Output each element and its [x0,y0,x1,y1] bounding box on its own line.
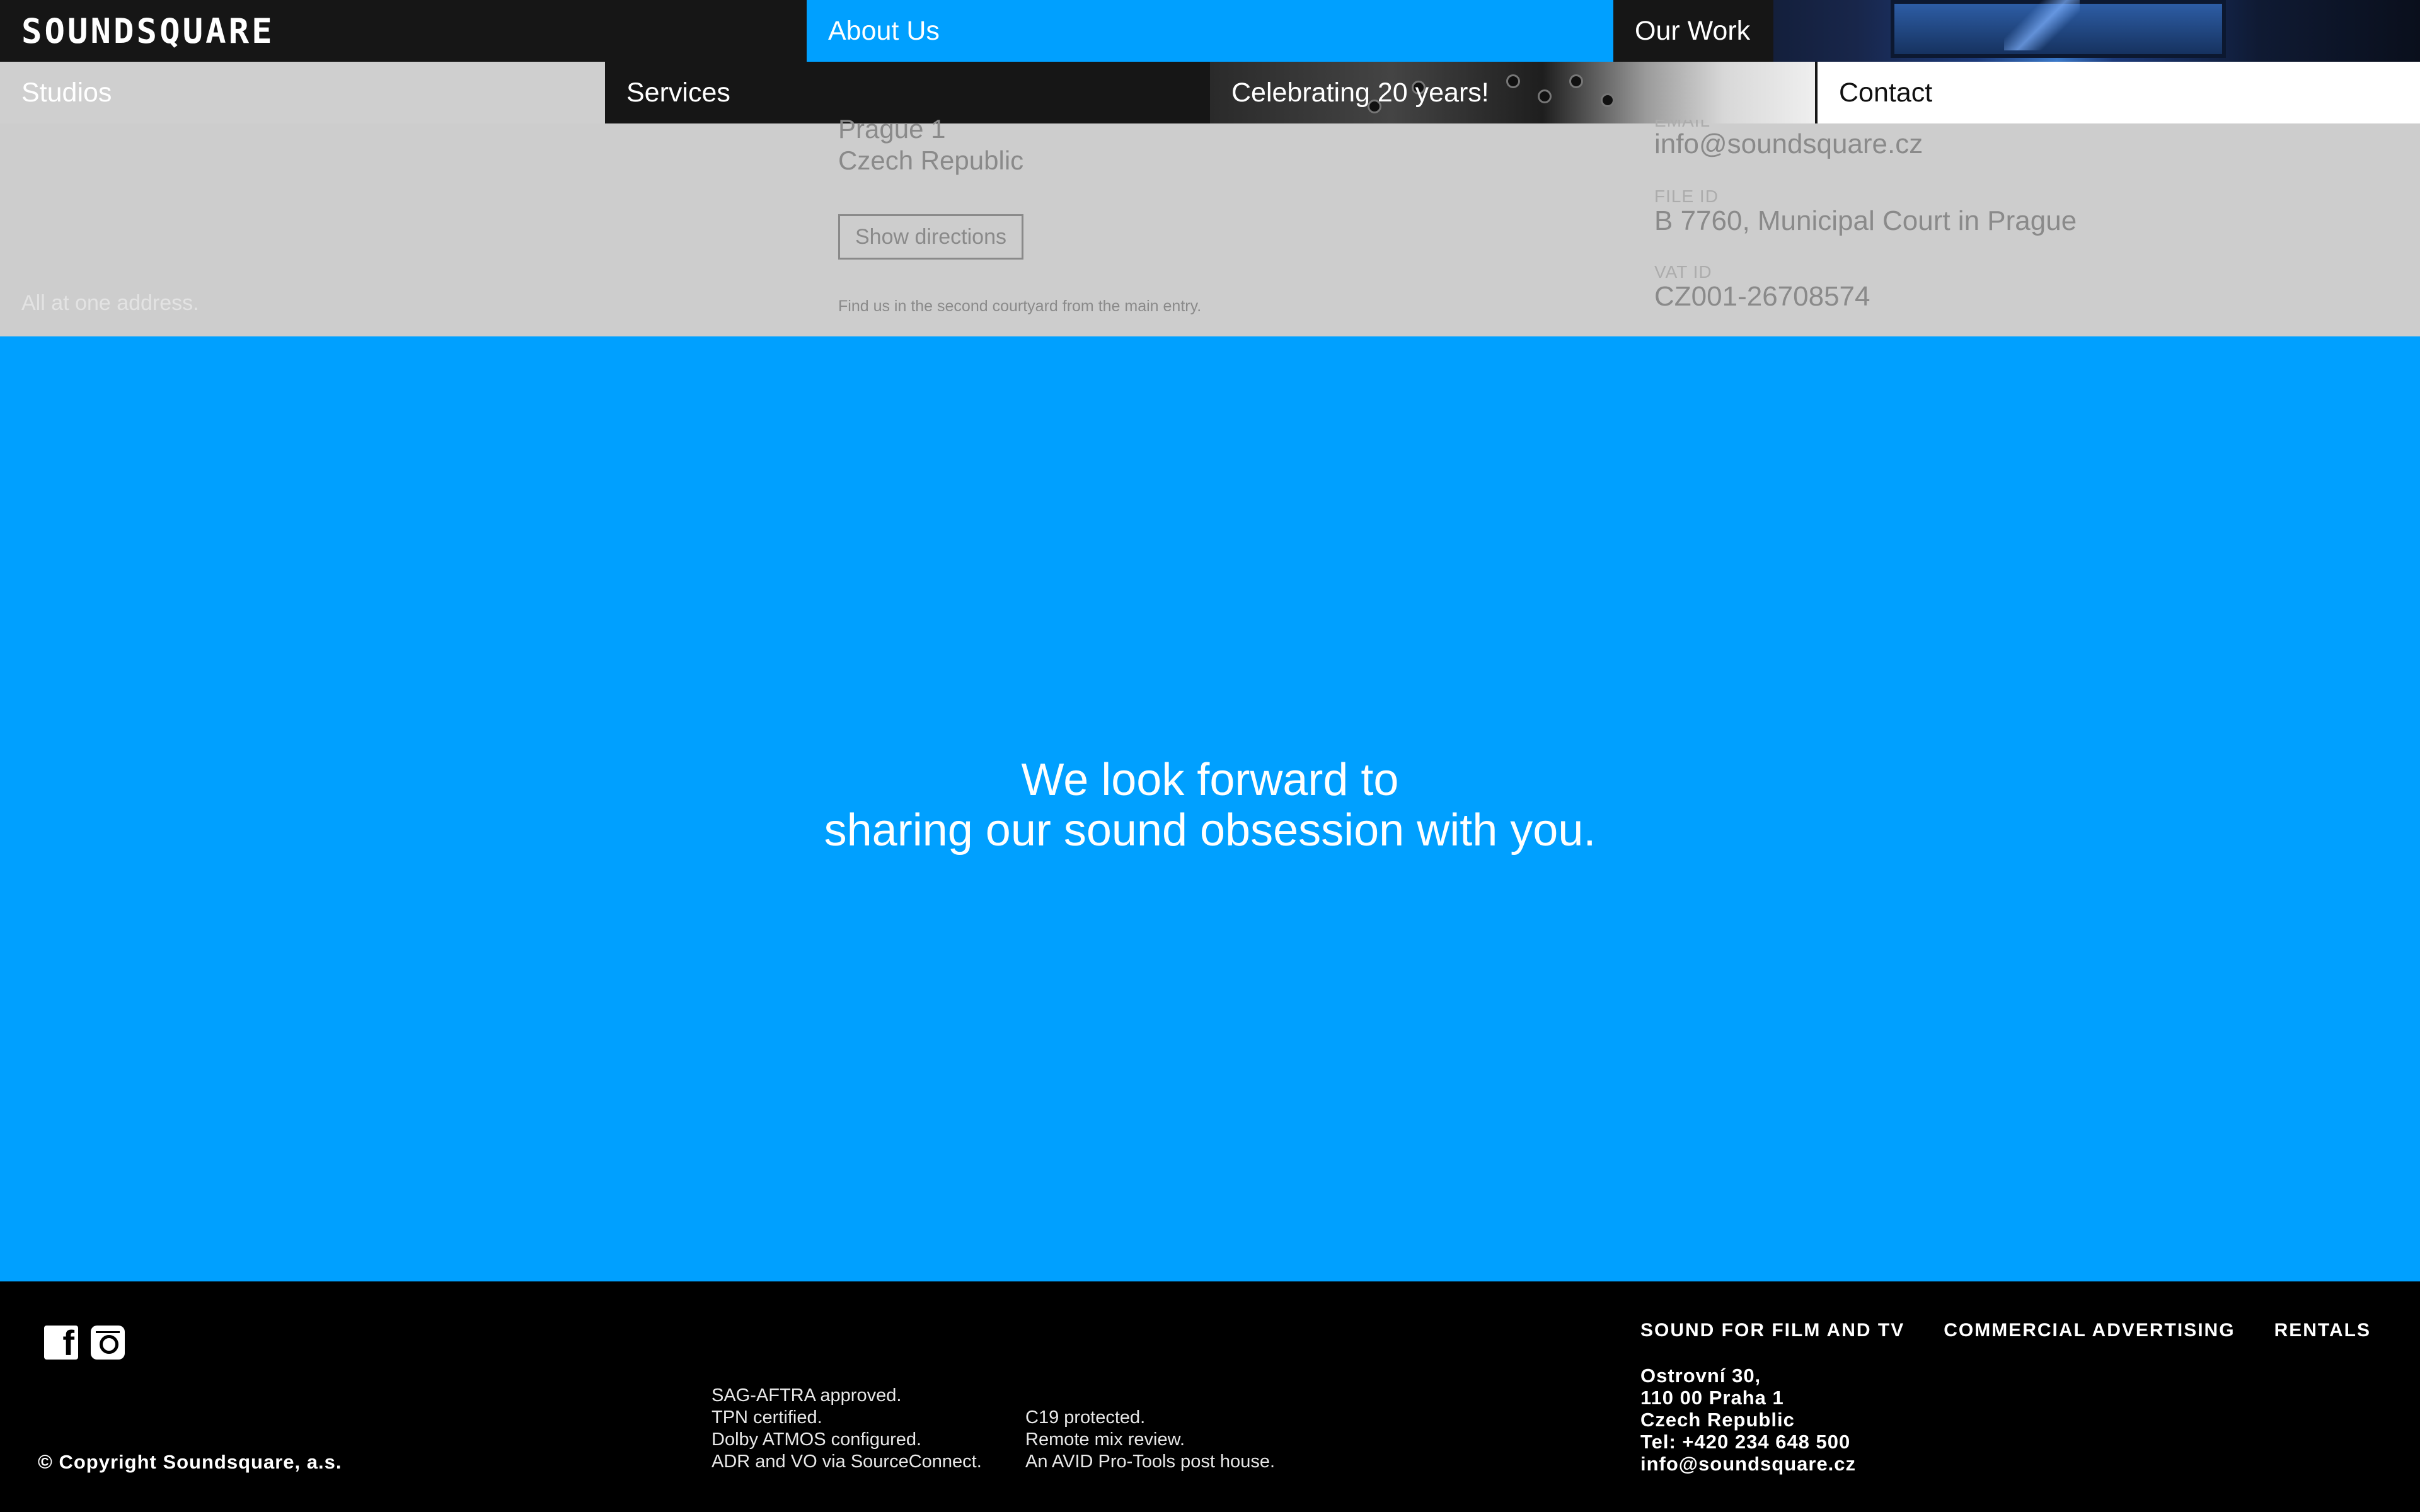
show-directions-button[interactable]: Show directions [838,214,1023,260]
nav-about-us-label: About Us [828,15,940,46]
vat-id-value: CZ001-26708574 [1654,281,1870,312]
logo[interactable]: SOUNDSQUARE [21,11,275,51]
cert-item: An AVID Pro-Tools post house. [1025,1452,1276,1472]
nav-studios[interactable]: Studios [0,62,605,123]
all-one-address-note: All at one address. [21,291,199,315]
footer-nav: SOUND FOR FILM AND TV COMMERCIAL ADVERTI… [1640,1320,2371,1341]
cert-item: TPN certified. [712,1407,822,1428]
courtyard-note: Find us in the second courtyard from the… [838,297,1202,315]
copyright: © Copyright Soundsquare, a.s. [38,1451,342,1473]
cert-item: C19 protected. [1025,1407,1146,1428]
nav-our-work[interactable]: Our Work [1613,0,1773,62]
cert-item: SAG-AFTRA approved. [712,1385,902,1406]
hero-line-2: sharing our sound obsession with you. [824,805,1596,856]
footer-phone[interactable]: Tel: +420 234 648 500 [1640,1431,1856,1453]
hero-tagline: We look forward to sharing our sound obs… [0,755,2420,856]
cert-item: ADR and VO via SourceConnect. [712,1452,982,1472]
certifications-left: SAG-AFTRA approved. TPN certified. Dolby… [712,1385,982,1473]
address-line: Czech Republic [838,146,1024,175]
nav-contact[interactable]: Contact [1815,62,2420,123]
file-id-label: FILE ID [1654,186,1719,206]
nav-studios-label: Studios [21,77,112,108]
address: Prague 1 Czech Republic [838,113,1023,176]
vat-id-label: VAT ID [1654,262,1712,282]
email-link[interactable]: info@soundsquare.cz [1654,129,1923,160]
hero-line-1: We look forward to [1021,755,1399,805]
footer-address: Ostrovní 30, 110 00 Praha 1 Czech Republ… [1640,1365,1856,1475]
footer-address-line: Czech Republic [1640,1409,1795,1431]
footer-address-line: Ostrovní 30, [1640,1365,1761,1387]
footer [0,1281,2420,1512]
facebook-icon[interactable]: f [44,1326,78,1361]
footer-link-rentals[interactable]: RENTALS [2274,1320,2371,1341]
certifications-right: C19 protected. Remote mix review. An AVI… [1025,1407,1275,1473]
cert-item: Remote mix review. [1025,1429,1185,1450]
cert-item: Dolby ATMOS configured. [712,1429,922,1450]
nav-contact-label: Contact [1839,77,1933,108]
logo-text: SOUNDSQUARE [21,11,275,51]
nav-celebrating-label: Celebrating 20 years! [1231,77,1489,108]
nav-our-work-label: Our Work [1635,15,1751,46]
footer-email-link[interactable]: info@soundsquare.cz [1640,1453,1856,1475]
address-line: Prague 1 [838,114,946,144]
nav-services-label: Services [626,77,730,108]
footer-link-commercial[interactable]: COMMERCIAL ADVERTISING [1944,1320,2235,1341]
instagram-icon[interactable] [91,1326,125,1360]
footer-link-film-tv[interactable]: SOUND FOR FILM AND TV [1640,1320,1904,1341]
footer-address-line: 110 00 Praha 1 [1640,1387,1784,1409]
file-id-value: B 7760, Municipal Court in Prague [1654,205,2077,236]
nav-celebrating[interactable]: Celebrating 20 years! [1210,62,1815,123]
nav-about-us[interactable]: About Us [807,0,1613,62]
